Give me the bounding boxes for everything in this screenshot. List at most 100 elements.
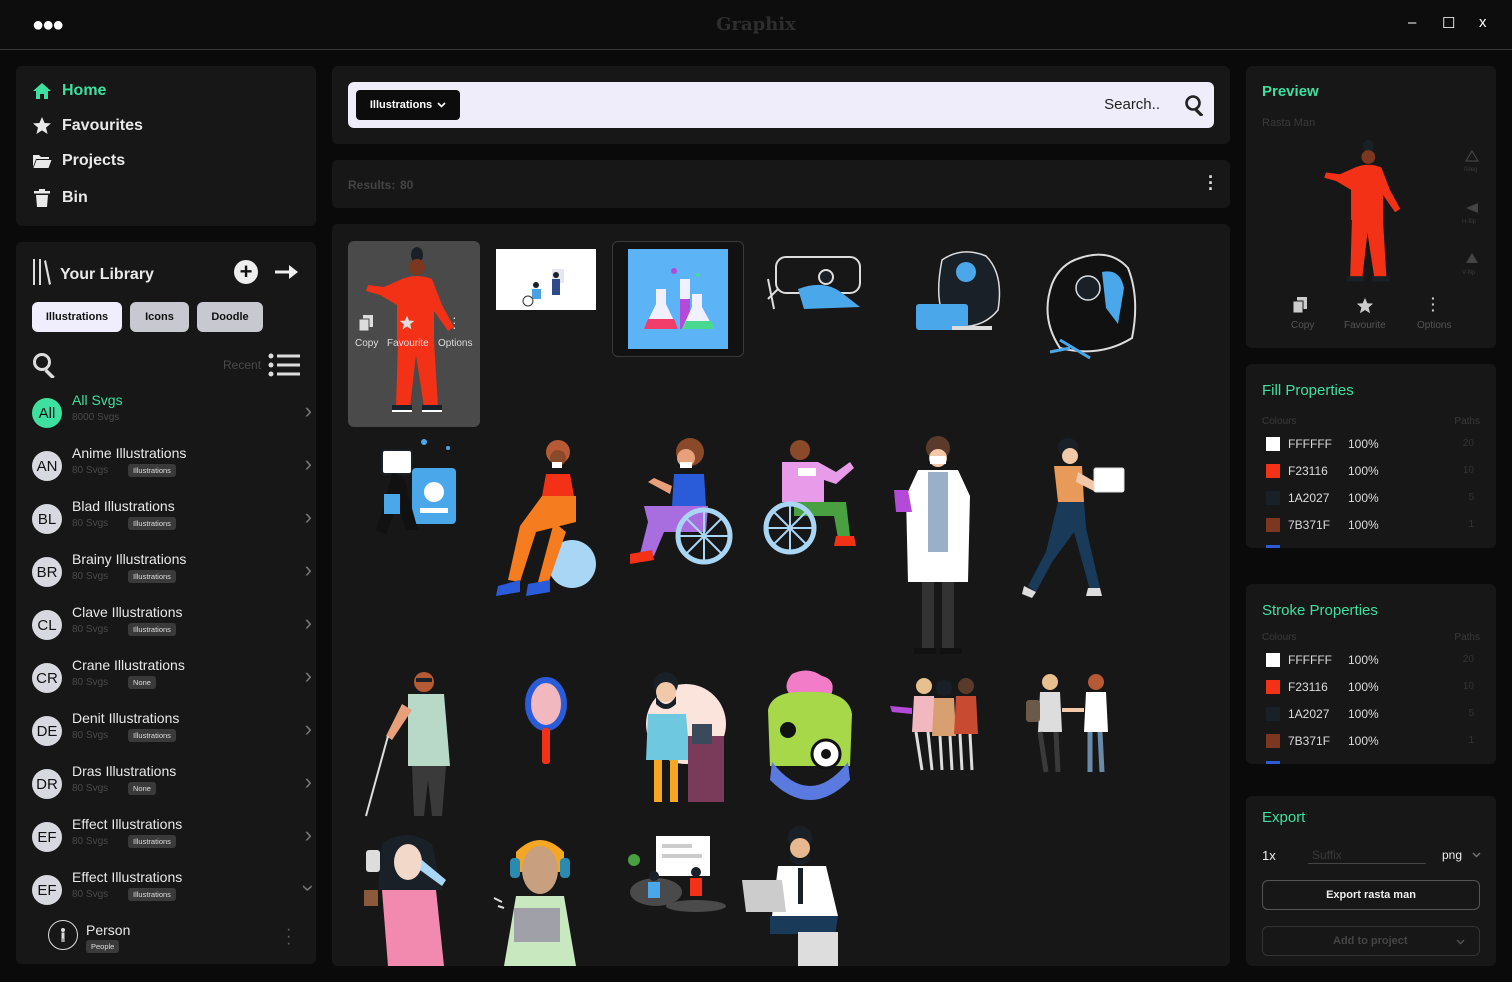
add-library-button[interactable]: + [234, 260, 258, 284]
colour-swatch[interactable] [1266, 464, 1280, 478]
category-dropdown[interactable]: Illustrations [356, 90, 460, 120]
search-icon[interactable] [1184, 94, 1206, 116]
library-row[interactable]: BR Brainy Illustrations 80 Svgs Illustratio… [32, 551, 312, 604]
library-row[interactable]: CL Clave Illustrations 80 Svgs Illustration… [32, 604, 312, 657]
v-flip-label[interactable]: V-flip [1462, 270, 1475, 276]
nav-favourites[interactable]: Favourites [32, 116, 143, 136]
search-bar[interactable]: Illustrations Search.. [348, 82, 1214, 128]
h-flip-label[interactable]: H-flip [1462, 219, 1476, 225]
library-title: Your Library [60, 266, 154, 283]
preview-options-icon[interactable]: · · · [1431, 291, 1436, 317]
colour-swatch[interactable] [1266, 437, 1280, 451]
list-icon[interactable] [268, 352, 300, 378]
tile-favourite-label[interactable]: Favourite [387, 338, 429, 349]
library-row[interactable]: All All Svgs 8000 Svgs › [32, 392, 312, 445]
tile-doctor-consult[interactable] [496, 249, 596, 310]
search-icon[interactable] [32, 352, 58, 378]
search-input[interactable]: Search.. [1104, 96, 1160, 113]
chevron-down-icon[interactable] [1472, 852, 1481, 858]
tile-rasta-man[interactable]: Copy Favourite · · · Options [348, 241, 480, 427]
illustration-bearded-worker[interactable] [626, 670, 730, 810]
chevron-right-icon[interactable]: › [305, 610, 312, 636]
add-to-project-button[interactable]: Add to project [1262, 926, 1480, 956]
colour-swatch[interactable] [1266, 680, 1280, 694]
illustration-thinking-woman[interactable] [1040, 248, 1144, 364]
h-flip-icon[interactable] [1465, 202, 1479, 214]
library-row[interactable]: CR Crane Illustrations 80 Svgs None › [32, 657, 312, 710]
illustration-headphones-person[interactable] [492, 832, 588, 966]
export-scale[interactable]: 1x [1262, 848, 1276, 863]
chevron-right-icon[interactable]: › [305, 769, 312, 795]
tile-lab-flasks[interactable] [612, 241, 744, 357]
illustration-wheelchair-man[interactable] [754, 432, 866, 558]
chevron-down-icon[interactable]: › [295, 884, 316, 891]
chevron-right-icon[interactable]: › [305, 716, 312, 742]
illustration-ball-sitter[interactable] [492, 432, 604, 600]
tile-copy-label[interactable]: Copy [355, 338, 378, 349]
library-row[interactable]: EF Effect Illustrations 80 Svgs Illustratio… [32, 869, 316, 922]
illustration-laptop-worker[interactable] [912, 246, 1004, 338]
nav-projects[interactable]: Projects [32, 151, 125, 171]
copy-icon[interactable] [1293, 297, 1307, 313]
export-suffix-input[interactable]: Suffix [1308, 848, 1426, 864]
illustration-magnifier[interactable] [522, 676, 572, 768]
colour-swatch[interactable] [1266, 734, 1280, 748]
results-options-icon[interactable]: · · · [1208, 168, 1214, 198]
library-row[interactable]: DR Dras Illustrations 80 Svgs None › [32, 763, 312, 816]
illustration-blind-man[interactable] [362, 670, 468, 820]
person-icon [61, 928, 65, 942]
maximize-button[interactable]: ☐ [1442, 14, 1455, 32]
colour-swatch[interactable] [1266, 707, 1280, 721]
library-row[interactable]: DE Denit Illustrations 80 Svgs Illustration… [32, 710, 312, 763]
chevron-right-icon[interactable]: › [305, 504, 312, 530]
colour-swatch[interactable] [1266, 518, 1280, 532]
library-row[interactable]: AN Anime Illustrations 80 Svgs Illustration… [32, 445, 312, 498]
library-tab-illustrations[interactable]: Illustrations [32, 302, 122, 332]
preview-copy-label[interactable]: Copy [1291, 320, 1314, 331]
library-row[interactable]: EF Effect Illustrations 80 Svgs Illustratio… [32, 816, 312, 869]
illustration-walking-tablet[interactable] [1022, 432, 1126, 600]
folder-icon [33, 155, 52, 168]
illustration-wheelchair-woman[interactable] [624, 432, 734, 566]
chevron-right-icon[interactable]: › [305, 663, 312, 689]
library-row[interactable]: BL Blad Illustrations 80 Svgs Illustrations… [32, 498, 312, 551]
chevron-right-icon[interactable]: › [305, 822, 312, 848]
illustration-laptop-man[interactable] [742, 824, 846, 966]
illustration-scientist[interactable] [888, 432, 992, 656]
star-icon[interactable] [399, 315, 415, 331]
arrow-right-icon[interactable] [275, 264, 299, 280]
tile-options-icon[interactable]: · · · [452, 310, 457, 334]
colour-swatch[interactable] [1266, 653, 1280, 667]
illustration-lounge-line[interactable] [764, 249, 868, 319]
illustration-shopping-data[interactable] [362, 434, 462, 544]
illustration-phone-woman[interactable] [362, 830, 454, 966]
minimize-button[interactable]: – [1408, 14, 1416, 31]
library-row-name: Blad Illustrations [72, 498, 175, 514]
illustration-group-women[interactable] [888, 670, 994, 774]
chevron-right-icon[interactable]: › [305, 557, 312, 583]
illustration-zombie-head[interactable] [758, 670, 862, 806]
copy-icon[interactable] [359, 315, 373, 331]
rotate-label[interactable]: 0deg [1464, 167, 1477, 173]
export-format[interactable]: png [1442, 848, 1462, 862]
export-button[interactable]: Export rasta man [1262, 880, 1480, 910]
star-icon[interactable] [1356, 297, 1374, 315]
nav-bin[interactable]: Bin [32, 188, 88, 208]
v-flip-icon[interactable] [1465, 252, 1479, 264]
chevron-right-icon[interactable]: › [305, 451, 312, 477]
nav-home[interactable]: Home [32, 81, 106, 101]
close-button[interactable]: x [1479, 14, 1487, 31]
tile-options-label[interactable]: Options [438, 338, 472, 349]
illustration-handshake[interactable] [1020, 670, 1126, 776]
illustration-dashboard-team[interactable] [626, 832, 732, 914]
chevron-right-icon[interactable]: › [305, 398, 312, 424]
preview-favourite-label[interactable]: Favourite [1344, 320, 1386, 331]
preview-options-label[interactable]: Options [1417, 320, 1451, 331]
subrow-name[interactable]: Person [86, 922, 130, 938]
subrow-options-icon[interactable]: · · · [286, 922, 291, 952]
rotate-icon[interactable] [1465, 150, 1479, 162]
colour-swatch[interactable] [1266, 491, 1280, 505]
library-tab-doodle[interactable]: Doodle [197, 302, 263, 332]
recent-label[interactable]: Recent [223, 358, 261, 372]
library-tab-icons[interactable]: Icons [130, 302, 189, 332]
